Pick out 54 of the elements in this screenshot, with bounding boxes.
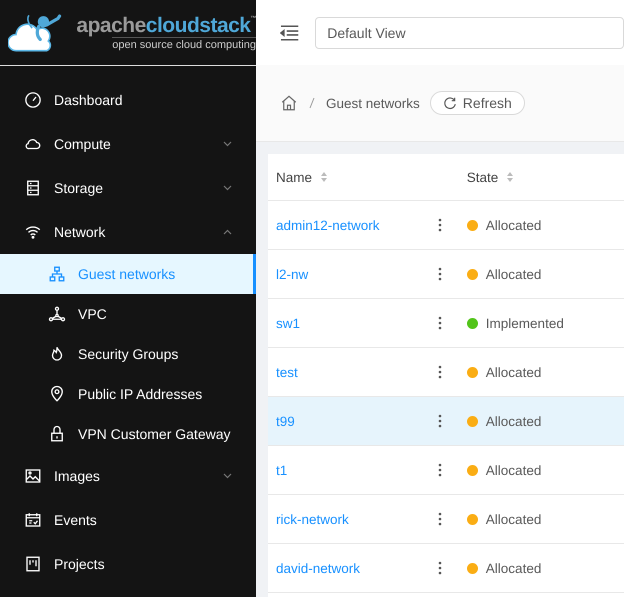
sidebar-item[interactable]: Security Groups bbox=[0, 334, 256, 374]
sidebar-item[interactable]: Projects bbox=[0, 542, 256, 586]
sidebar-item[interactable]: Storage bbox=[0, 166, 256, 210]
nodes-icon bbox=[48, 305, 66, 323]
state-text: Allocated bbox=[486, 512, 542, 526]
server-icon bbox=[24, 179, 42, 197]
table-row[interactable]: rick-network Allocated bbox=[268, 494, 624, 544]
logo-tagline: open source cloud computing bbox=[112, 36, 256, 50]
logo-text: cloudstack bbox=[146, 14, 250, 36]
image-icon bbox=[24, 467, 42, 485]
state-text: Allocated bbox=[486, 414, 542, 428]
view-selector[interactable]: Default View bbox=[315, 16, 624, 48]
more-icon bbox=[438, 414, 442, 428]
home-icon[interactable] bbox=[280, 94, 298, 112]
logo-text: apache bbox=[76, 14, 146, 36]
sidebar-item[interactable]: Events bbox=[0, 498, 256, 542]
sidebar-item[interactable]: VPC bbox=[0, 294, 256, 334]
menu-fold-icon[interactable] bbox=[280, 24, 300, 40]
state-text: Allocated bbox=[486, 560, 542, 576]
state-text: Allocated bbox=[486, 266, 542, 282]
table-row[interactable]: david-network Allocated bbox=[268, 544, 624, 592]
sidebar-item[interactable]: Public IP Addresses bbox=[0, 374, 256, 414]
sidebar-item[interactable]: Network bbox=[0, 210, 256, 254]
refresh-button[interactable]: Refresh bbox=[430, 91, 525, 115]
state-text: Allocated bbox=[486, 462, 542, 478]
calendar-icon bbox=[24, 511, 42, 529]
table-row[interactable]: t1 Allocated bbox=[268, 446, 624, 494]
sidebar-item[interactable]: Dashboard bbox=[0, 78, 256, 122]
sidebar-item[interactable]: Images bbox=[0, 454, 256, 498]
more-icon bbox=[438, 561, 442, 575]
sidebar-item[interactable]: VPN Customer Gateway bbox=[0, 414, 256, 454]
state-text: Allocated bbox=[486, 364, 542, 380]
sidebar-item[interactable]: Compute bbox=[0, 122, 256, 166]
more-icon bbox=[438, 267, 442, 281]
board-icon bbox=[24, 555, 42, 573]
more-icon bbox=[438, 463, 442, 477]
table-row[interactable]: admin12-network Allocated bbox=[268, 200, 624, 250]
more-icon bbox=[438, 512, 442, 526]
lock-icon bbox=[48, 425, 66, 443]
table-row[interactable]: sw1 Implemented bbox=[268, 298, 624, 348]
hierarchy-icon bbox=[48, 265, 66, 283]
location-pin-icon bbox=[48, 385, 66, 403]
speedometer-icon bbox=[24, 91, 42, 109]
breadcrumb-current: Guest networks bbox=[326, 96, 420, 110]
breadcrumb-separator-icon bbox=[308, 96, 316, 110]
state-text: Implemented bbox=[486, 316, 564, 330]
more-icon bbox=[438, 218, 442, 232]
column-header[interactable]: State bbox=[466, 170, 498, 184]
more-icon bbox=[438, 365, 442, 379]
refresh-icon bbox=[442, 96, 457, 110]
state-text: Allocated bbox=[486, 218, 542, 232]
more-icon bbox=[438, 316, 442, 330]
table-row[interactable]: l2-nw Allocated bbox=[268, 250, 624, 298]
column-header[interactable]: Name bbox=[276, 170, 312, 184]
